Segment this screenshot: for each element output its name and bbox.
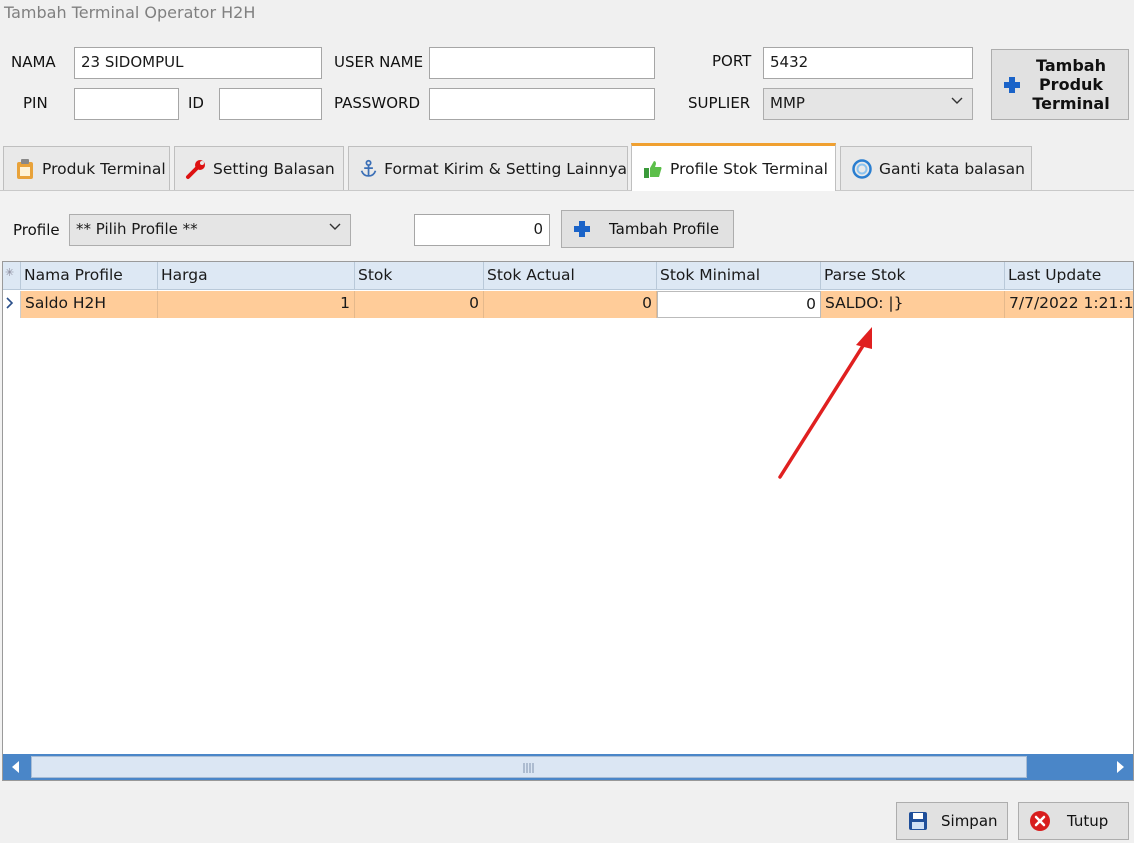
- tab-label: Setting Balasan: [213, 159, 335, 178]
- nama-field[interactable]: 23 SIDOMPUL: [74, 47, 322, 79]
- col-header-stok-minimal[interactable]: Stok Minimal: [657, 262, 821, 290]
- wrench-icon: [186, 159, 205, 179]
- tab-produk-terminal[interactable]: Produk Terminal: [3, 146, 170, 190]
- pin-label: PIN: [23, 94, 48, 112]
- floppy-disk-icon: [909, 812, 927, 830]
- profile-label: Profile: [13, 221, 60, 239]
- tab-format-kirim[interactable]: Format Kirim & Setting Lainnya: [348, 146, 628, 190]
- window-title: Tambah Terminal Operator H2H: [4, 3, 256, 22]
- tab-label: Profile Stok Terminal: [670, 159, 828, 178]
- cell-harga[interactable]: 1: [158, 291, 355, 318]
- cell-stok-minimal[interactable]: 0: [657, 291, 821, 318]
- col-header-stok-actual[interactable]: Stok Actual: [484, 262, 657, 290]
- profile-select[interactable]: ** Pilih Profile **: [69, 214, 351, 246]
- password-field[interactable]: [429, 88, 655, 120]
- tambah-profile-label: Tambah Profile: [609, 220, 720, 238]
- col-header-nama-profile[interactable]: Nama Profile: [21, 262, 158, 290]
- tutup-button[interactable]: Tutup: [1018, 802, 1129, 840]
- plus-icon: [1004, 76, 1020, 93]
- col-header-parse-stok[interactable]: Parse Stok: [821, 262, 1005, 290]
- pin-field[interactable]: [74, 88, 179, 120]
- row-indicator-icon: [3, 291, 21, 318]
- arrow-left-icon: [12, 761, 19, 773]
- chevron-right-icon: [6, 297, 14, 309]
- cell-parse-stok[interactable]: SALDO: |}: [821, 291, 1005, 318]
- tambah-produk-terminal-button[interactable]: Tambah Produk Terminal: [991, 49, 1129, 120]
- col-header-stok[interactable]: Stok: [355, 262, 484, 290]
- cell-last-update[interactable]: 7/7/2022 1:21:17: [1005, 291, 1133, 318]
- id-field[interactable]: [219, 88, 322, 120]
- horizontal-scrollbar[interactable]: [3, 754, 1133, 780]
- scroll-left-button[interactable]: [3, 754, 29, 780]
- col-header-last-update[interactable]: Last Update: [1005, 262, 1133, 290]
- anchor-icon: [360, 159, 377, 177]
- annotation-arrow: [778, 327, 872, 479]
- simpan-label: Simpan: [941, 812, 998, 830]
- chevron-down-icon: [951, 97, 963, 104]
- suplier-value: MMP: [770, 94, 805, 112]
- col-header-harga[interactable]: Harga: [158, 262, 355, 290]
- tab-label: Format Kirim & Setting Lainnya: [384, 159, 627, 178]
- plus-icon: [574, 221, 590, 237]
- scroll-right-button[interactable]: [1107, 754, 1133, 780]
- username-label: USER NAME: [334, 53, 424, 71]
- grip-icon: [523, 763, 534, 773]
- suplier-select[interactable]: MMP: [763, 88, 973, 120]
- port-label: PORT: [712, 52, 752, 70]
- tab-label: Ganti kata balasan: [879, 159, 1025, 178]
- tambah-profile-button[interactable]: Tambah Profile: [561, 210, 734, 248]
- tab-ganti-kata-balasan[interactable]: Ganti kata balasan: [840, 146, 1032, 190]
- profile-number-field[interactable]: 0: [414, 214, 550, 246]
- tab-profile-stok-terminal[interactable]: Profile Stok Terminal: [631, 143, 836, 191]
- tambah-produk-terminal-label: Tambah Produk Terminal: [1032, 56, 1110, 113]
- password-label: PASSWORD: [334, 94, 421, 112]
- simpan-button[interactable]: Simpan: [896, 802, 1008, 840]
- arrow-right-icon: [1117, 761, 1124, 773]
- nama-label: NAMA: [11, 53, 56, 71]
- new-row-icon: ✳: [3, 262, 21, 290]
- profile-select-value: ** Pilih Profile **: [76, 220, 198, 238]
- thumbs-up-icon: [644, 160, 662, 178]
- cell-stok[interactable]: 0: [355, 291, 484, 318]
- close-icon: [1030, 811, 1050, 831]
- tab-setting-balasan[interactable]: Setting Balasan: [174, 146, 344, 190]
- scroll-thumb[interactable]: [31, 756, 1027, 778]
- username-field[interactable]: [429, 47, 655, 79]
- profile-grid[interactable]: ✳ Nama Profile Harga Stok Stok Actual St…: [2, 261, 1134, 781]
- port-field[interactable]: 5432: [763, 47, 973, 79]
- cell-stok-actual[interactable]: 0: [484, 291, 657, 318]
- ring-icon: [852, 158, 872, 179]
- suplier-label: SUPLIER: [688, 94, 751, 112]
- cell-nama-profile[interactable]: Saldo H2H: [21, 291, 158, 318]
- tutup-label: Tutup: [1067, 812, 1109, 830]
- clipboard-icon: [17, 158, 33, 179]
- id-label: ID: [188, 94, 204, 112]
- chevron-down-icon: [329, 223, 341, 230]
- tab-label: Produk Terminal: [42, 159, 166, 178]
